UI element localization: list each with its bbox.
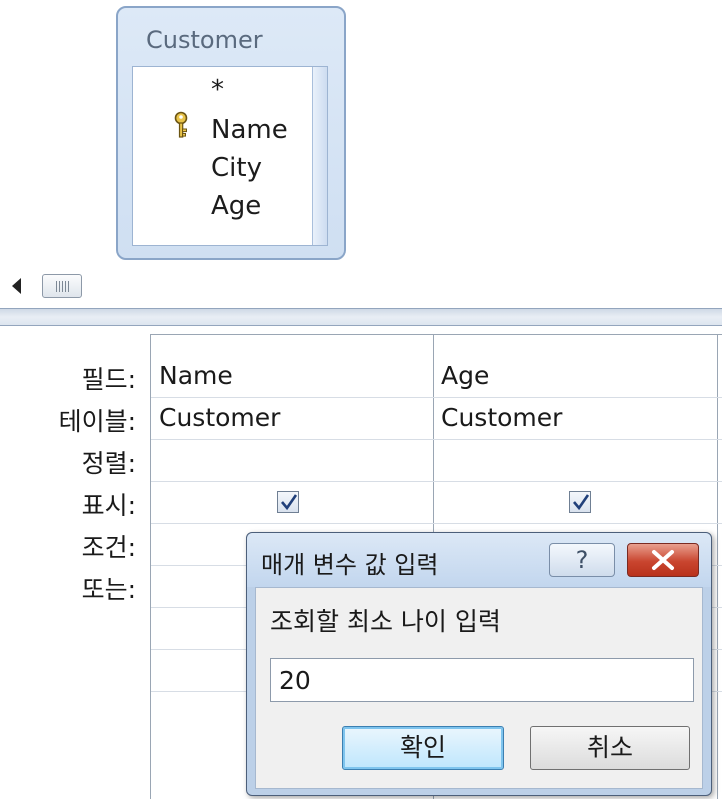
parameter-prompt: 조회할 최소 나이 입력 <box>270 607 501 636</box>
checkmark-icon <box>573 494 590 511</box>
grid-cell-field-col2[interactable]: Age <box>441 361 489 390</box>
scroll-left-arrow-icon[interactable] <box>12 278 21 294</box>
cancel-button[interactable]: 취소 <box>530 726 690 770</box>
close-icon <box>652 550 674 570</box>
help-button[interactable]: ? <box>549 543 615 577</box>
field-list: * Name City Age <box>132 66 328 246</box>
field-item-age[interactable]: Age <box>211 191 261 221</box>
primary-key-icon <box>174 111 188 138</box>
row-label-show: 표시: <box>81 491 136 520</box>
scrollbar-thumb[interactable] <box>42 274 82 298</box>
field-item-all[interactable]: * <box>211 75 224 105</box>
show-checkbox-col1[interactable] <box>277 491 299 513</box>
row-label-table: 테이블: <box>58 407 136 436</box>
show-checkbox-col2[interactable] <box>569 491 591 513</box>
row-label-or: 또는: <box>81 575 136 604</box>
close-button[interactable] <box>627 543 699 577</box>
dialog-body: 조회할 최소 나이 입력 확인 취소 <box>255 587 703 789</box>
table-field-list-window[interactable]: Customer * Name City Age <box>116 6 346 260</box>
ok-button[interactable]: 확인 <box>342 726 504 770</box>
table-pane: Customer * Name City Age <box>0 0 722 262</box>
checkmark-icon <box>281 494 298 511</box>
dialog-titlebar[interactable]: 매개 변수 값 입력 ? <box>247 533 711 587</box>
parameter-value-dialog: 매개 변수 값 입력 ? 조회할 최소 나이 입력 확인 취소 <box>246 532 712 796</box>
row-label-field: 필드: <box>81 365 136 394</box>
field-list-scroll-strip <box>312 67 327 245</box>
field-item-city[interactable]: City <box>211 153 262 183</box>
row-label-criteria: 조건: <box>81 533 136 562</box>
grid-cell-field-col1[interactable]: Name <box>159 361 233 390</box>
field-item-name[interactable]: Name <box>211 115 288 145</box>
pane-splitter[interactable] <box>0 308 722 326</box>
horizontal-scrollbar[interactable] <box>0 262 722 308</box>
grid-cell-criteria-col1[interactable] <box>159 527 249 563</box>
row-label-sort: 정렬: <box>81 449 136 478</box>
column-divider[interactable] <box>717 335 718 799</box>
grid-cell-table-col2[interactable]: Customer <box>441 403 562 432</box>
table-title: Customer <box>146 26 263 54</box>
grid-cell-table-col1[interactable]: Customer <box>159 403 280 432</box>
parameter-value-input[interactable] <box>270 658 694 702</box>
dialog-title: 매개 변수 값 입력 <box>261 551 439 579</box>
